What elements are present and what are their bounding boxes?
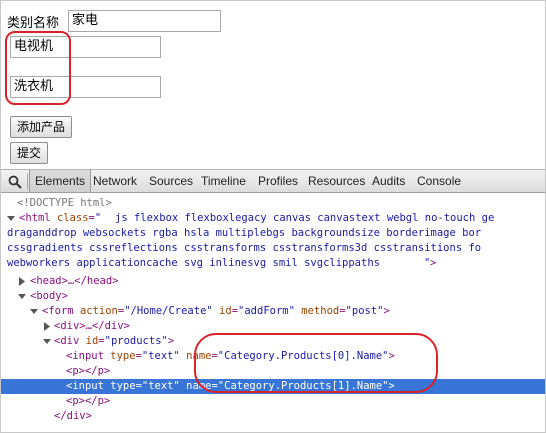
- dom-node-body[interactable]: <body>: [1, 289, 545, 304]
- devtools-toolbar: Elements Network Sources Timeline Profil…: [1, 169, 545, 193]
- input-type-value: text: [148, 350, 174, 362]
- toolbar-separator: [27, 173, 28, 189]
- dom-node-div[interactable]: <div>…</div>: [1, 319, 545, 334]
- dom-node-products-div[interactable]: <div id="products">: [1, 334, 545, 349]
- dom-html-class-cont: draganddrop websockets rgba hsla multipl…: [1, 226, 545, 241]
- form-action-value: /Home/Create: [130, 305, 207, 317]
- product-2-input[interactable]: 洗衣机: [10, 76, 161, 98]
- dom-node-p[interactable]: <p></p>: [1, 394, 545, 409]
- doctype-text: <!DOCTYPE html>: [17, 197, 112, 209]
- input-name-1-value: Category.Products[1].Name: [224, 380, 383, 392]
- input-name-0-value: Category.Products[0].Name: [224, 350, 383, 362]
- category-row: 类别名称: [7, 10, 59, 32]
- form-method-value: post: [351, 305, 378, 317]
- dom-node-doctype[interactable]: <!DOCTYPE html>: [1, 196, 545, 211]
- input-type-value: text: [148, 380, 174, 392]
- dom-node-div-close: </div>: [54, 410, 92, 422]
- html-class-value-3: cssgradients cssreflections csstransform…: [7, 242, 482, 254]
- product-1-input[interactable]: 电视机: [10, 36, 161, 58]
- dom-node-p[interactable]: <p></p>: [1, 364, 545, 379]
- tab-audits[interactable]: Audits: [367, 170, 410, 192]
- devtools-panel: Elements Network Sources Timeline Profil…: [1, 169, 545, 432]
- tab-sources[interactable]: Sources: [144, 170, 198, 192]
- elements-tree[interactable]: <!DOCTYPE html> <html class=" js flexbox…: [1, 193, 545, 432]
- dom-node-input-0[interactable]: <input type="text" name="Category.Produc…: [1, 349, 545, 364]
- html-class-value: js flexbox flexboxlegacy canvas canvaste…: [115, 212, 495, 224]
- triangle-collapsed-icon[interactable]: [42, 319, 52, 334]
- triangle-expanded-icon[interactable]: [17, 289, 27, 304]
- page-form: 类别名称 家电 电视机 洗衣机 添加产品 提交: [1, 1, 545, 168]
- tab-console[interactable]: Console: [412, 170, 466, 192]
- dom-node-head[interactable]: <head>…</head>: [1, 274, 545, 289]
- submit-button[interactable]: 提交: [10, 142, 49, 164]
- tab-network[interactable]: Network: [88, 170, 142, 192]
- dom-html-class-cont: webworkers applicationcache svg inlinesv…: [7, 257, 437, 269]
- category-label: 类别名称: [7, 15, 60, 31]
- products-div-id-value: products: [110, 335, 162, 347]
- dom-html-class-cont: cssgradients cssreflections csstransform…: [1, 241, 545, 256]
- form-id-value: addForm: [244, 305, 289, 317]
- dom-node-form[interactable]: <form action="/Home/Create" id="addForm"…: [1, 304, 545, 319]
- category-input[interactable]: 家电: [68, 10, 221, 32]
- tab-profiles[interactable]: Profiles: [253, 170, 303, 192]
- html-class-value-2: draganddrop websockets rgba hsla multipl…: [7, 227, 482, 239]
- triangle-collapsed-icon[interactable]: [17, 274, 27, 289]
- triangle-expanded-icon[interactable]: [42, 334, 52, 349]
- add-product-button[interactable]: 添加产品: [10, 116, 73, 138]
- tab-elements[interactable]: Elements: [29, 170, 92, 192]
- search-icon[interactable]: [8, 175, 22, 189]
- triangle-expanded-icon[interactable]: [29, 304, 39, 319]
- dom-node-input-1-selected[interactable]: <input type="text" name="Category.Produc…: [1, 379, 545, 394]
- html-class-value-4: webworkers applicationcache svg inlinesv…: [7, 257, 380, 269]
- browser-window: 类别名称 家电 电视机 洗衣机 添加产品 提交 Elements Network…: [0, 0, 546, 433]
- tab-timeline[interactable]: Timeline: [196, 170, 251, 192]
- dom-node-html[interactable]: <html class=" js flexbox flexboxlegacy c…: [1, 211, 545, 226]
- triangle-expanded-icon[interactable]: [6, 211, 16, 226]
- tab-resources[interactable]: Resources: [303, 170, 370, 192]
